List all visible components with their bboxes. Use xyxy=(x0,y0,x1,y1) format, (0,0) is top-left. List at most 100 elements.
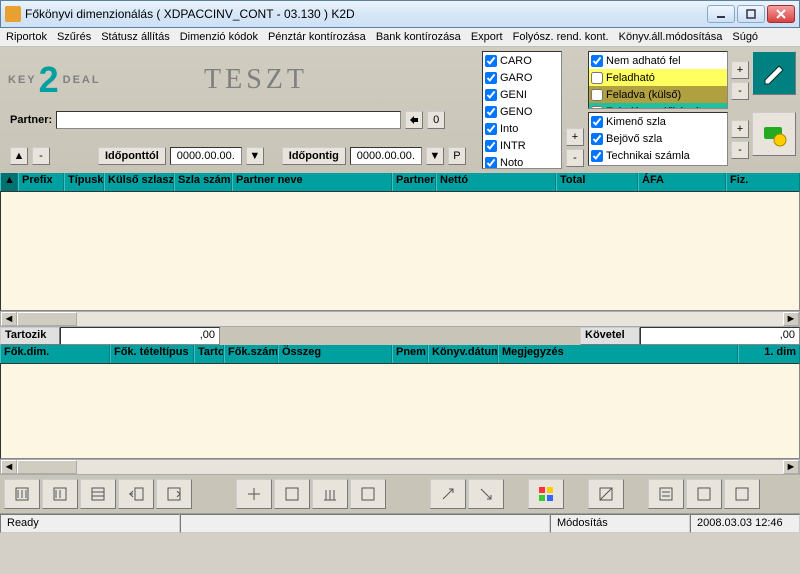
grid2-body[interactable] xyxy=(0,363,800,459)
ck-noto[interactable] xyxy=(485,157,497,169)
ck-caro[interactable] xyxy=(485,55,497,67)
money-big-button[interactable] xyxy=(752,112,796,156)
scroll-thumb[interactable] xyxy=(17,312,77,326)
col-netto[interactable]: Nettó xyxy=(436,173,556,191)
tb-btn-13[interactable] xyxy=(648,479,684,509)
grid1-hscroll[interactable]: ◄ ► xyxy=(0,311,800,327)
col2-1dim[interactable]: 1. dim xyxy=(738,345,800,363)
col-kulso[interactable]: Külső szlasz xyxy=(104,173,174,191)
menu-folyosz[interactable]: Folyósz. rend. kont. xyxy=(513,31,609,43)
ck-geni[interactable] xyxy=(485,89,497,101)
tb-btn-7[interactable] xyxy=(274,479,310,509)
tb-btn-1[interactable] xyxy=(4,479,40,509)
col-partner[interactable]: Partner xyxy=(392,173,436,191)
scroll-right-icon[interactable]: ► xyxy=(783,312,799,326)
partner-dropdown-button[interactable] xyxy=(405,111,423,129)
minus-button-left[interactable]: - xyxy=(32,147,50,165)
col2-tarto[interactable]: Tarto xyxy=(194,345,224,363)
tb-btn-4[interactable] xyxy=(118,479,154,509)
tb-btn-3[interactable] xyxy=(80,479,116,509)
menu-szures[interactable]: Szűrés xyxy=(57,31,91,43)
edit-big-button[interactable] xyxy=(752,51,796,95)
menu-sugo[interactable]: Súgó xyxy=(732,31,758,43)
menu-dimenzio[interactable]: Dimenzió kódok xyxy=(180,31,258,43)
date-to-picker[interactable]: ▼ xyxy=(426,147,444,165)
close-button[interactable] xyxy=(767,5,795,23)
minimize-button[interactable] xyxy=(707,5,735,23)
scroll-left-icon[interactable]: ◄ xyxy=(1,312,17,326)
app-icon xyxy=(5,6,21,22)
tb-btn-9[interactable] xyxy=(350,479,386,509)
ck-feladasra[interactable] xyxy=(591,106,603,110)
invtype-minus-button[interactable]: - xyxy=(731,141,749,159)
grid2-hscroll[interactable]: ◄ ► xyxy=(0,459,800,475)
menu-riportok[interactable]: Riportok xyxy=(6,31,47,43)
tb-btn-colors[interactable] xyxy=(528,479,564,509)
ck-into[interactable] xyxy=(485,123,497,135)
codes-minus-button[interactable]: - xyxy=(566,149,584,167)
checklist-codes[interactable]: CARO GARO GENI GENO Into INTR Noto xyxy=(482,51,562,169)
grid1-sort-icon[interactable]: ▲ xyxy=(0,173,18,191)
col2-foktetel[interactable]: Fők. tételtípus xyxy=(110,345,194,363)
codes-plus-button[interactable]: + xyxy=(566,128,584,146)
ck-feladhato[interactable] xyxy=(591,72,603,84)
tb-btn-15[interactable] xyxy=(724,479,760,509)
menu-export[interactable]: Export xyxy=(471,31,503,43)
scroll2-thumb[interactable] xyxy=(17,460,77,474)
ck-technikai[interactable] xyxy=(591,150,603,162)
col-szlaszam[interactable]: Szla szám xyxy=(174,173,232,191)
invtype-plus-button[interactable]: + xyxy=(731,120,749,138)
col-prefix[interactable]: Prefix xyxy=(18,173,64,191)
tb-btn-10[interactable] xyxy=(430,479,466,509)
col-fiz[interactable]: Fiz. xyxy=(726,173,800,191)
window-title: Főkönyvi dimenzionálás ( XDPACCINV_CONT … xyxy=(25,7,707,21)
p-button[interactable]: P xyxy=(448,147,466,165)
date-from-picker[interactable]: ▼ xyxy=(246,147,264,165)
menu-konyvall[interactable]: Könyv.áll.módosítása xyxy=(619,31,723,43)
partner-input[interactable] xyxy=(56,111,401,129)
col2-pnem[interactable]: Pnem xyxy=(392,345,428,363)
col-total[interactable]: Total xyxy=(556,173,638,191)
status-minus-button[interactable]: - xyxy=(731,82,749,100)
ck-nemadhato[interactable] xyxy=(591,55,603,67)
scroll2-left-icon[interactable]: ◄ xyxy=(1,460,17,474)
checklist-status[interactable]: Nem adható fel Feladható Feladva (külső)… xyxy=(588,51,728,109)
ck-kimeno[interactable] xyxy=(591,116,603,128)
status-spacer xyxy=(180,514,550,533)
status-plus-button[interactable]: + xyxy=(731,61,749,79)
col2-osszeg[interactable]: Összeg xyxy=(278,345,392,363)
statusbar: Ready Módosítás 2008.03.03 12:46 xyxy=(0,513,800,533)
col-partnerneve[interactable]: Partner neve xyxy=(232,173,392,191)
menu-statusz[interactable]: Státusz állítás xyxy=(101,31,169,43)
maximize-button[interactable] xyxy=(737,5,765,23)
tb-btn-11[interactable] xyxy=(468,479,504,509)
col-tipusko[interactable]: Típusko xyxy=(64,173,104,191)
col2-konyvdatum[interactable]: Könyv.dátum xyxy=(428,345,498,363)
date-to-input[interactable] xyxy=(350,147,422,165)
col2-fokdim[interactable]: Fők.dim. xyxy=(0,345,110,363)
checklist-invoice-type[interactable]: Kimenő szla Bejövő szla Technikai számla xyxy=(588,112,728,166)
grid1-body[interactable] xyxy=(0,191,800,311)
tb-btn-6[interactable] xyxy=(236,479,272,509)
tb-btn-2[interactable] xyxy=(42,479,78,509)
col2-fokszam[interactable]: Fők.szám xyxy=(224,345,278,363)
partner-zero-button[interactable]: 0 xyxy=(427,111,445,129)
col-afa[interactable]: ÁFA xyxy=(638,173,726,191)
ck-intr[interactable] xyxy=(485,140,497,152)
ck-into-label: Into xyxy=(500,123,518,135)
ck-bejovo[interactable] xyxy=(591,133,603,145)
scroll2-right-icon[interactable]: ► xyxy=(783,460,799,474)
date-from-input[interactable] xyxy=(170,147,242,165)
tb-btn-14[interactable] xyxy=(686,479,722,509)
ck-garo[interactable] xyxy=(485,72,497,84)
tb-btn-8[interactable] xyxy=(312,479,348,509)
ck-feladva[interactable] xyxy=(591,89,603,101)
tb-btn-12[interactable] xyxy=(588,479,624,509)
status-mode: Módosítás xyxy=(550,514,690,533)
ck-geno[interactable] xyxy=(485,106,497,118)
person-icon-button[interactable]: ▲ xyxy=(10,147,28,165)
menu-penztar[interactable]: Pénztár kontírozása xyxy=(268,31,366,43)
tb-btn-5[interactable] xyxy=(156,479,192,509)
col2-megjegyzes[interactable]: Megjegyzés xyxy=(498,345,738,363)
menu-bank[interactable]: Bank kontírozása xyxy=(376,31,461,43)
